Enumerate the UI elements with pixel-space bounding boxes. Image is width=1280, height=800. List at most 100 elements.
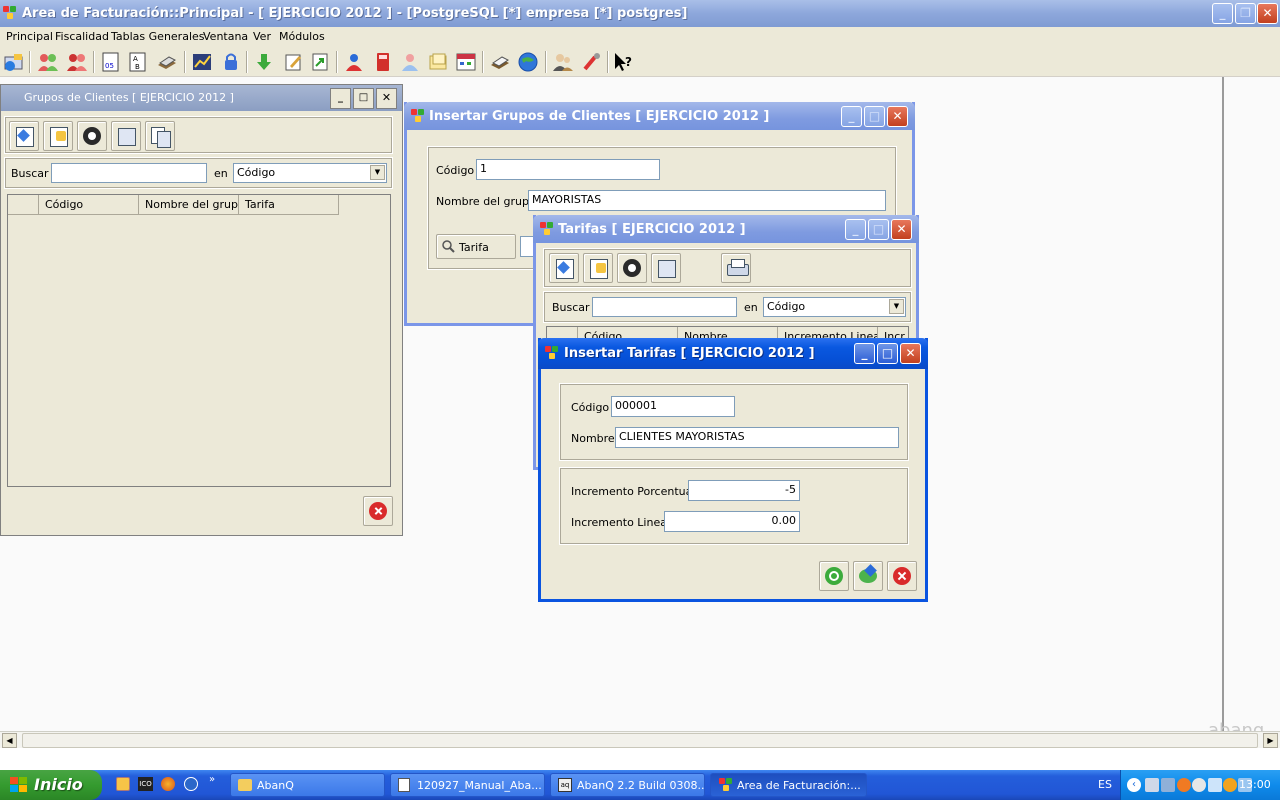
clients-icon[interactable] — [37, 51, 59, 73]
scroll-left-icon[interactable]: ◀ — [2, 733, 17, 748]
calendar-icon[interactable] — [455, 51, 477, 73]
quicklaunch-more-icon[interactable]: » — [209, 774, 215, 785]
avast-icon[interactable] — [1177, 778, 1191, 792]
tray-expand-icon[interactable]: ‹ — [1127, 778, 1141, 792]
grupos-col-codigo[interactable]: Código — [39, 195, 139, 215]
accept-button[interactable] — [819, 561, 849, 591]
tarifas-edit-button[interactable] — [583, 253, 613, 283]
firefox-icon[interactable] — [161, 777, 175, 791]
quicklaunch-clock-icon[interactable] — [116, 777, 130, 791]
incremento-porcentual-input[interactable]: -5 — [688, 480, 800, 501]
tarifa-lookup-button[interactable]: Tarifa — [436, 234, 516, 259]
workspace-hscrollbar[interactable]: ◀ ▶ — [0, 731, 1280, 748]
tarifas-view-button[interactable] — [651, 253, 681, 283]
tarifas-search-label: Buscar — [552, 301, 590, 314]
task-abanq-build[interactable]: aq AbanQ 2.2 Build 0308... — [550, 773, 705, 797]
task-area-facturacion[interactable]: Area de Facturación:... — [710, 773, 867, 797]
alphabet-icon[interactable]: AB — [127, 51, 149, 73]
insertar-grupos-minimize[interactable]: _ — [841, 106, 862, 127]
open-book-icon[interactable] — [489, 51, 511, 73]
home-icon[interactable] — [3, 51, 25, 73]
menu-tablas-generales[interactable]: Tablas Generales — [111, 30, 205, 43]
whats-this-help-icon[interactable]: ? — [612, 51, 634, 73]
menu-ver[interactable]: Ver — [253, 30, 271, 43]
task-label: Area de Facturación:... — [737, 779, 861, 792]
menu-fiscalidad[interactable]: Fiscalidad — [55, 30, 109, 43]
grupos-copy-button[interactable] — [145, 121, 175, 151]
document-icon — [398, 778, 410, 792]
grupos-minimize-button[interactable]: _ — [330, 88, 351, 109]
grupos-maximize-button[interactable]: □ — [353, 88, 374, 109]
tarifas-maximize[interactable]: □ — [868, 219, 889, 240]
chevron-down-icon[interactable]: ▼ — [889, 299, 904, 314]
scroll-right-icon[interactable]: ▶ — [1263, 733, 1278, 748]
export-icon[interactable] — [309, 51, 331, 73]
menu-ventana[interactable]: Ventana — [203, 30, 248, 43]
grupos-table-corner — [8, 195, 39, 215]
grupos-edit-button[interactable] — [43, 121, 73, 151]
minimize-button[interactable]: _ — [1212, 3, 1233, 24]
calculator-icon[interactable] — [372, 51, 394, 73]
grupos-table[interactable]: Código Nombre del grupo Tarifa — [7, 194, 391, 487]
task-abanq-folder[interactable]: AbanQ — [230, 773, 385, 797]
menu-principal[interactable]: Principal — [6, 30, 53, 43]
notes-icon[interactable] — [427, 51, 449, 73]
tarifas-print-button[interactable] — [721, 253, 751, 283]
tarifas-minimize[interactable]: _ — [845, 219, 866, 240]
language-indicator[interactable]: ES — [1098, 778, 1112, 791]
grupos-search-field-select[interactable]: Código ▼ — [233, 163, 387, 183]
download-icon[interactable] — [253, 51, 275, 73]
users-icon[interactable] — [552, 51, 574, 73]
tarifas-close[interactable]: ✕ — [891, 219, 912, 240]
sync-icon[interactable] — [1223, 778, 1237, 792]
grupos-col-nombre[interactable]: Nombre del grupo — [139, 195, 239, 215]
accept-and-new-button[interactable] — [853, 561, 883, 591]
grupos-view-button[interactable] — [111, 121, 141, 151]
lock-icon[interactable] — [220, 51, 242, 73]
grupos-col-tarifa[interactable]: Tarifa — [239, 195, 339, 215]
tools-icon[interactable] — [581, 51, 603, 73]
globe-icon[interactable] — [517, 51, 539, 73]
printer-tray-icon[interactable] — [1192, 778, 1206, 792]
people-icon[interactable] — [399, 51, 421, 73]
insertar-grupos-maximize[interactable]: □ — [864, 106, 885, 127]
tarifa-nombre-input[interactable]: CLIENTES MAYORISTAS — [615, 427, 899, 448]
grupo-nombre-input[interactable]: MAYORISTAS — [528, 190, 886, 211]
dropbox-icon[interactable] — [1208, 778, 1222, 792]
media-player-icon[interactable] — [184, 777, 198, 791]
suppliers-icon[interactable] — [66, 51, 88, 73]
cancel-button[interactable] — [887, 561, 917, 591]
grupos-delete-button[interactable] — [77, 121, 107, 151]
grupos-close-form-button[interactable] — [363, 496, 393, 526]
agents-icon[interactable] — [343, 51, 365, 73]
quicklaunch-ico-icon[interactable]: ICO — [138, 777, 153, 791]
network-icon[interactable] — [1145, 778, 1159, 792]
insertar-tarifas-maximize[interactable]: □ — [877, 343, 898, 364]
chevron-down-icon[interactable]: ▼ — [370, 165, 385, 180]
series-icon[interactable]: 05 — [100, 51, 122, 73]
edit-icon[interactable] — [282, 51, 304, 73]
scroll-thumb[interactable] — [22, 733, 1258, 748]
close-button[interactable]: ✕ — [1257, 3, 1278, 24]
tarifa-codigo-input[interactable]: 000001 — [611, 396, 735, 417]
display-icon[interactable] — [1161, 778, 1175, 792]
insertar-tarifas-close[interactable]: ✕ — [900, 343, 921, 364]
grupos-search-input[interactable] — [51, 163, 207, 183]
tarifas-search-input[interactable] — [592, 297, 737, 317]
task-manual-document[interactable]: 120927_Manual_Aba... — [390, 773, 545, 797]
restore-button[interactable]: ❐ — [1235, 3, 1256, 24]
tarifas-delete-button[interactable] — [617, 253, 647, 283]
start-button[interactable]: Inicio — [0, 770, 102, 800]
insertar-grupos-close[interactable]: ✕ — [887, 106, 908, 127]
incremento-lineal-input[interactable]: 0.00 — [664, 511, 800, 532]
tarifas-insert-button[interactable] — [549, 253, 579, 283]
form-icon — [411, 109, 425, 123]
menu-modulos[interactable]: Módulos — [279, 30, 325, 43]
grupos-close-button[interactable]: ✕ — [376, 88, 397, 109]
book-icon[interactable] — [156, 51, 178, 73]
chart-icon[interactable] — [191, 51, 213, 73]
grupos-insert-button[interactable] — [9, 121, 39, 151]
insertar-tarifas-minimize[interactable]: _ — [854, 343, 875, 364]
grupo-codigo-input[interactable]: 1 — [476, 159, 660, 180]
tarifas-search-field-select[interactable]: Código ▼ — [763, 297, 906, 317]
